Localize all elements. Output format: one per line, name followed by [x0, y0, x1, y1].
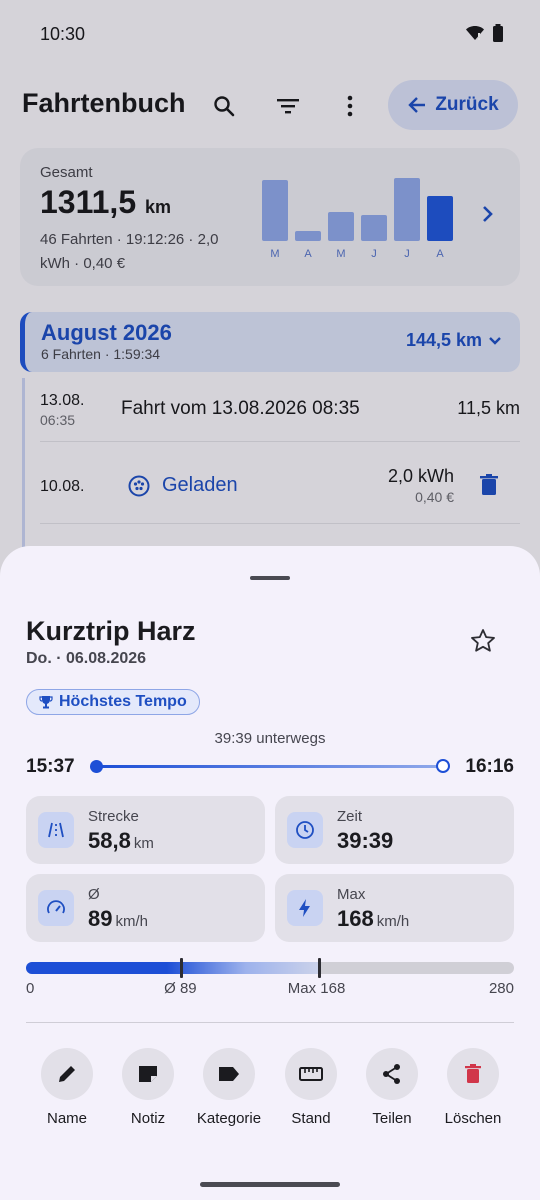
action-circle[interactable]: [41, 1048, 93, 1100]
share-icon: [383, 1064, 400, 1084]
time-range: 15:37 16:16: [26, 755, 514, 777]
stat-card-max-speed: Max 168 km/h: [275, 874, 514, 942]
speed-scale-min: 0: [26, 980, 35, 997]
stat-number: 168: [337, 906, 374, 931]
trip-detail-date: Do. · 06.08.2026: [26, 650, 147, 667]
stat-value: 58,8 km: [88, 828, 154, 854]
stat-number: 58,8: [88, 828, 131, 853]
stat-card-time: Zeit 39:39: [275, 796, 514, 864]
speedometer-icon: [38, 890, 74, 926]
action-label: Löschen: [444, 1110, 502, 1127]
start-marker: [90, 760, 103, 773]
stat-number: 39:39: [337, 828, 394, 853]
action-label: Stand: [291, 1110, 331, 1127]
stat-card-avg-speed: Ø 89 km/h: [26, 874, 265, 942]
speed-scale-avg-label: Ø 89: [164, 980, 197, 997]
note-button[interactable]: Notiz: [108, 1048, 188, 1127]
stat-unit: km/h: [376, 913, 410, 930]
stat-unit: km/h: [115, 913, 148, 930]
stat-value: 89 km/h: [88, 906, 148, 932]
action-label: Teilen: [372, 1110, 412, 1127]
trip-detail-sheet: Kurztrip Harz Do. · 06.08.2026 Höchstes …: [0, 546, 540, 1200]
stat-value: 168 km/h: [337, 906, 409, 932]
time-range-line: [98, 765, 440, 768]
stat-label: Zeit: [337, 808, 363, 825]
speed-scale-fill: [26, 962, 319, 974]
action-circle[interactable]: [203, 1048, 255, 1100]
category-button[interactable]: Kategorie: [189, 1048, 269, 1127]
speed-scale-max-label: Max 168: [287, 980, 346, 997]
home-indicator[interactable]: [200, 1182, 340, 1187]
action-circle[interactable]: [285, 1048, 337, 1100]
trophy-icon: [39, 696, 53, 709]
action-label: Name: [46, 1110, 87, 1127]
delete-button[interactable]: Löschen: [433, 1048, 513, 1127]
action-label: Notiz: [130, 1110, 166, 1127]
action-label: Kategorie: [196, 1110, 262, 1127]
drag-handle[interactable]: [250, 576, 290, 580]
trip-detail-title: Kurztrip Harz: [26, 616, 196, 646]
divider: [26, 1022, 514, 1023]
stat-unit: km: [133, 835, 154, 852]
trash-icon: [465, 1064, 481, 1083]
avg-speed-marker: [180, 958, 184, 978]
end-time: 16:16: [465, 756, 514, 777]
stat-label: Ø: [88, 886, 100, 903]
action-circle[interactable]: [122, 1048, 174, 1100]
note-icon: [139, 1066, 157, 1082]
stat-card-distance: Strecke 58,8 km: [26, 796, 265, 864]
label-icon: [219, 1067, 239, 1081]
action-circle[interactable]: [366, 1048, 418, 1100]
top-speed-badge: Höchstes Tempo: [26, 689, 200, 715]
road-icon: [38, 812, 74, 848]
action-circle[interactable]: [447, 1048, 499, 1100]
star-icon[interactable]: [470, 628, 496, 654]
bolt-icon: [287, 890, 323, 926]
badge-label: Höchstes Tempo: [59, 693, 187, 710]
stat-value: 39:39: [337, 828, 393, 854]
ruler-icon: [299, 1067, 323, 1081]
stat-label: Max: [337, 886, 366, 903]
rename-button[interactable]: Name: [27, 1048, 107, 1127]
clock-icon: [287, 812, 323, 848]
stat-label: Strecke: [88, 808, 139, 825]
start-time: 15:37: [26, 756, 75, 777]
trip-duration: 39:39 unterwegs: [214, 730, 326, 747]
speed-scale-end: 280: [488, 980, 514, 997]
end-marker: [436, 759, 450, 773]
stat-number: 89: [88, 906, 113, 931]
share-button[interactable]: Teilen: [352, 1048, 432, 1127]
odometer-button[interactable]: Stand: [271, 1048, 351, 1127]
max-speed-marker: [317, 958, 321, 978]
speed-scale-bar: [26, 958, 514, 978]
pencil-icon: [59, 1066, 75, 1082]
